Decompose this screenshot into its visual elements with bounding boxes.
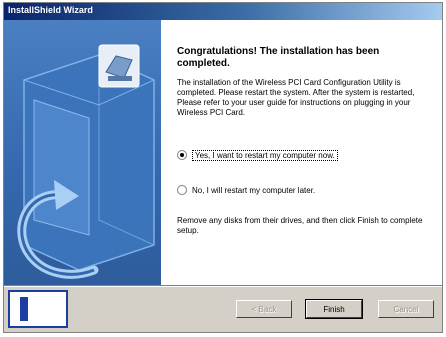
completion-heading: Congratulations! The installation has be… <box>177 46 380 69</box>
title-bar[interactable]: InstallShield Wizard <box>4 3 442 20</box>
back-button[interactable]: < Back <box>236 300 292 318</box>
side-panel <box>4 20 161 285</box>
window-title: InstallShield Wizard <box>8 5 93 15</box>
restart-later-label[interactable]: No, I will restart my computer later. <box>192 186 315 195</box>
button-bar: < Back Finish Cancel <box>4 287 442 332</box>
finish-button[interactable]: Finish <box>305 299 363 319</box>
radio-button[interactable] <box>177 150 187 160</box>
remove-disks-message: Remove any disks from their drives, and … <box>177 216 423 235</box>
computer-setup-graphic-icon <box>17 44 155 279</box>
radio-button[interactable] <box>177 185 187 195</box>
cancel-button[interactable]: Cancel <box>378 300 434 318</box>
restart-later-option[interactable]: No, I will restart my computer later. <box>177 183 315 197</box>
completion-message: The installation of the Wireless PCI Car… <box>177 78 415 117</box>
restart-now-option[interactable]: Yes, I want to restart my computer now. <box>177 148 338 162</box>
marker-bar <box>20 297 28 321</box>
annotation-marker-icon <box>8 290 68 328</box>
restart-now-label[interactable]: Yes, I want to restart my computer now. <box>192 149 338 161</box>
installer-window: InstallShield Wizard Congratulations! Th… <box>3 2 443 333</box>
content-area: Congratulations! The installation has be… <box>161 20 442 285</box>
